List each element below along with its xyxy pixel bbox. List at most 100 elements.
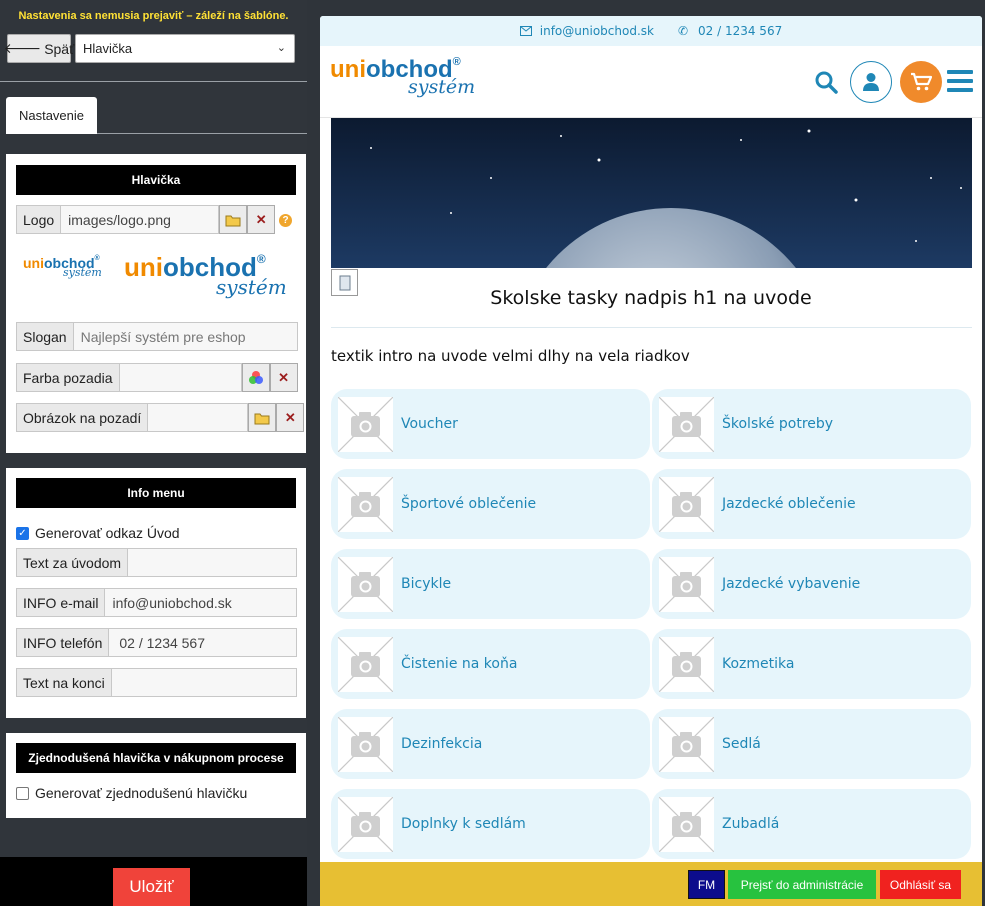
checkbox-checked[interactable]: ✓	[16, 526, 29, 540]
info-topbar: info@uniobchod.sk ✆ 02 / 1234 567	[320, 16, 982, 46]
logout-button[interactable]: Odhlásiť sa	[880, 870, 961, 899]
category-name: Športové oblečenie	[401, 496, 537, 512]
hero-banner-image	[331, 118, 972, 268]
generate-home-link-checkbox[interactable]: ✓ Generovať odkaz Úvod	[16, 525, 180, 541]
clear-color-button[interactable]: ✕	[269, 363, 298, 392]
go-to-admin-button[interactable]: Prejsť do administrácie	[728, 870, 876, 899]
category-tile[interactable]: Jazdecké vybavenie	[652, 549, 971, 619]
slogan-input[interactable]: Najlepší systém pre eshop	[73, 322, 298, 351]
info-menu-card: Info menu ✓ Generovať odkaz Úvod Text za…	[6, 468, 306, 718]
slogan-label: Slogan	[16, 322, 74, 351]
arrow-left-icon: 🡐	[3, 40, 42, 56]
text-after-label: Text za úvodom	[16, 548, 129, 577]
browse-folder-button[interactable]	[219, 205, 248, 234]
generate-simple-header-checkbox[interactable]: Generovať zjednodušenú hlavičku	[16, 785, 247, 801]
category-tile[interactable]: Čistenie na koňa	[331, 629, 650, 699]
clear-image-button[interactable]: ✕	[276, 403, 305, 432]
save-button[interactable]: Uložiť	[113, 868, 190, 906]
category-tile[interactable]: Školské potreby	[652, 389, 971, 459]
category-name: Bicykle	[401, 576, 452, 592]
image-placeholder-icon	[337, 796, 394, 853]
shop-preview: info@uniobchod.sk ✆ 02 / 1234 567 uniobch…	[320, 16, 982, 906]
close-icon: ✕	[284, 409, 296, 425]
image-placeholder-icon	[658, 636, 715, 693]
category-tile[interactable]: Zubadlá	[652, 789, 971, 859]
logo-input[interactable]: images/logo.png	[61, 205, 220, 234]
email-input[interactable]: info@uniobchod.sk	[105, 588, 298, 617]
card-title: Info menu	[16, 478, 296, 508]
intro-text: textik intro na uvode velmi dlhy na vela…	[331, 347, 690, 365]
image-placeholder-icon	[337, 716, 394, 773]
phone-icon: ✆	[677, 24, 689, 38]
image-placeholder-icon	[658, 396, 715, 453]
color-wheel-icon	[248, 370, 263, 384]
category-name: Školské potreby	[722, 416, 834, 432]
shop-logo[interactable]: uniobchod® systém	[330, 56, 475, 98]
logo-preview-large: uniobchod® systém	[124, 252, 287, 299]
cart-icon	[911, 72, 932, 91]
phone-label: INFO telefón	[16, 628, 110, 657]
section-select[interactable]: Hlavička ⌄	[75, 34, 295, 63]
category-name: Zubadlá	[722, 816, 780, 832]
tab-settings[interactable]: Nastavenie	[6, 97, 97, 134]
category-name: Jazdecké vybavenie	[722, 576, 861, 592]
divider	[0, 81, 307, 82]
category-name: Sedlá	[722, 736, 761, 752]
category-tile[interactable]: Kozmetika	[652, 629, 971, 699]
bg-image-input[interactable]	[148, 403, 249, 432]
text-after-row: Text za úvodom	[16, 548, 298, 577]
image-placeholder-icon	[658, 716, 715, 773]
image-placeholder-icon	[337, 556, 394, 613]
browse-image-button[interactable]	[248, 403, 277, 432]
user-icon	[863, 73, 879, 91]
category-tile[interactable]: Bicykle	[331, 549, 650, 619]
phone-row: INFO telefón 02 / 1234 567	[16, 628, 298, 657]
bg-color-row: Farba pozadia ✕	[16, 363, 298, 392]
end-text-input[interactable]	[111, 668, 297, 697]
phone-input[interactable]: 02 / 1234 567	[109, 628, 298, 657]
search-icon[interactable]	[814, 70, 838, 94]
email-row: INFO e-mail info@uniobchod.sk	[16, 588, 298, 617]
hamburger-menu-icon[interactable]	[947, 70, 973, 92]
category-tile[interactable]: Jazdecké oblečenie	[652, 469, 971, 539]
category-name: Čistenie na koňa	[401, 656, 518, 672]
notice-text: Nastavenia sa nemusia prejaviť – záleží …	[18, 10, 289, 22]
card-title: Zjednodušená hlavička v nákupnom procese	[16, 743, 296, 773]
category-tile[interactable]: Dezinfekcia	[331, 709, 650, 779]
color-picker-button[interactable]	[241, 363, 270, 392]
simple-header-card: Zjednodušená hlavička v nákupnom procese…	[6, 733, 306, 818]
folder-icon	[254, 413, 270, 424]
cart-button[interactable]	[900, 61, 942, 103]
email-label: INFO e-mail	[16, 588, 106, 617]
image-placeholder-icon	[658, 796, 715, 853]
back-button[interactable]: 🡐 Späť	[3, 34, 75, 63]
category-name: Doplnky k sedlám	[401, 816, 526, 832]
category-tile[interactable]: Doplnky k sedlám	[331, 789, 650, 859]
topbar-email[interactable]: info@uniobchod.sk	[519, 24, 654, 38]
bg-image-label: Obrázok na pozadí	[16, 403, 149, 432]
bg-color-input[interactable]	[119, 363, 242, 392]
end-text-row: Text na konci	[16, 668, 297, 697]
back-label: Späť	[44, 40, 75, 57]
bg-color-label: Farba pozadia	[16, 363, 120, 392]
category-tile[interactable]: Voucher	[331, 389, 650, 459]
card-title: Hlavička	[16, 165, 296, 195]
image-placeholder-icon	[337, 476, 394, 533]
bg-image-row: Obrázok na pozadí ✕	[16, 403, 305, 432]
section-select-value: Hlavička	[83, 41, 133, 56]
image-placeholder-icon	[658, 476, 715, 533]
topbar-phone[interactable]: ✆ 02 / 1234 567	[678, 24, 782, 38]
help-icon[interactable]: ?	[279, 214, 292, 227]
slogan-row: Slogan Najlepší systém pre eshop	[16, 322, 298, 351]
checkbox-unchecked[interactable]	[16, 786, 29, 800]
text-after-input[interactable]	[128, 548, 298, 577]
user-account-button[interactable]	[850, 61, 892, 103]
file-manager-button[interactable]: FM	[688, 870, 725, 899]
image-placeholder-icon	[337, 396, 394, 453]
clear-logo-button[interactable]: ✕	[247, 205, 276, 234]
chevron-down-icon: ⌄	[276, 42, 286, 54]
category-tile[interactable]: Športové oblečenie	[331, 469, 650, 539]
close-icon: ✕	[255, 211, 267, 227]
category-tile[interactable]: Sedlá	[652, 709, 971, 779]
save-bar: Uložiť	[0, 857, 307, 906]
